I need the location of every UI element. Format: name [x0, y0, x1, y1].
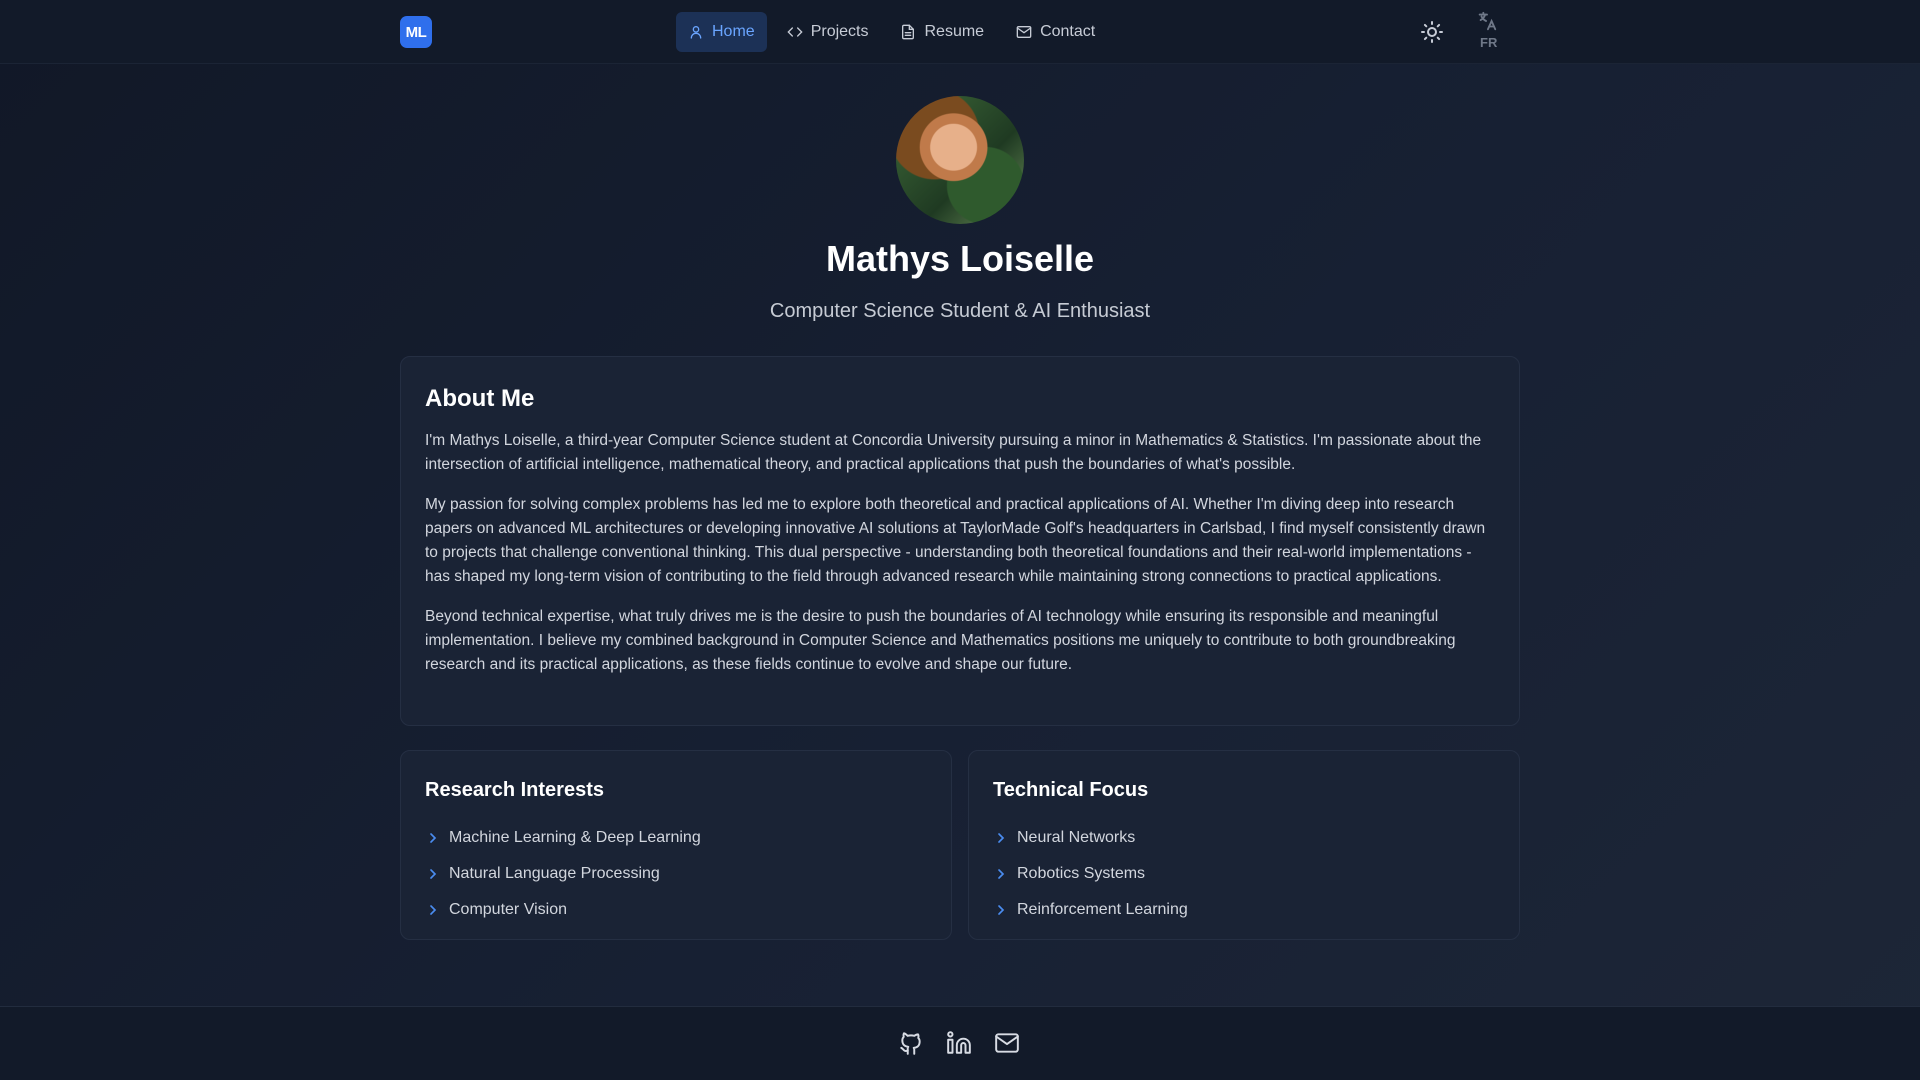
linkedin-link[interactable] — [946, 1030, 972, 1056]
theme-toggle-button[interactable] — [1420, 20, 1444, 44]
profile-avatar — [896, 96, 1024, 224]
nav-contact[interactable]: Contact — [1004, 12, 1107, 52]
research-interests-card: Research Interests Machine Learning & De… — [400, 750, 952, 940]
about-paragraph: My passion for solving complex problems … — [425, 496, 1486, 585]
list-item-label: Neural Networks — [1017, 829, 1136, 846]
language-label: FR — [1480, 35, 1498, 50]
chevron-right-icon — [998, 833, 1005, 843]
list-item: Natural Language Processing — [425, 856, 927, 892]
main-nav: Home Projects Resume Contact — [676, 12, 1107, 52]
mail-icon — [1016, 26, 1032, 38]
chevron-right-icon — [430, 869, 437, 879]
list-item-label: Machine Learning & Deep Learning — [449, 829, 701, 846]
profile-name: Mathys Loiselle — [825, 238, 1095, 279]
nav-home-label: Home — [712, 23, 755, 40]
chevron-right-icon — [998, 869, 1005, 879]
list-item-label: Reinforcement Learning — [1017, 901, 1188, 918]
sun-icon — [1421, 21, 1443, 43]
github-link[interactable] — [898, 1030, 924, 1056]
site-logo[interactable]: ML — [400, 16, 432, 48]
github-icon — [900, 1032, 921, 1055]
file-icon — [902, 24, 915, 40]
nav-resume[interactable]: Resume — [888, 12, 996, 52]
list-item: Computer Vision — [425, 892, 927, 928]
about-paragraph: Beyond technical expertise, what truly d… — [425, 608, 1456, 673]
chevron-right-icon — [430, 905, 437, 915]
email-link[interactable] — [994, 1030, 1020, 1056]
list-item: Machine Learning & Deep Learning — [425, 820, 927, 856]
about-title: About Me — [425, 385, 535, 412]
chevron-right-icon — [998, 905, 1005, 915]
linkedin-icon — [947, 1031, 971, 1054]
technical-focus-title: Technical Focus — [993, 779, 1149, 801]
about-card: About Me I'm Mathys Loiselle, a third-ye… — [400, 356, 1520, 726]
language-toggle-button[interactable]: FR — [1474, 10, 1500, 54]
technical-focus-card: Technical Focus Neural Networks Robotics… — [968, 750, 1520, 940]
nav-resume-label: Resume — [924, 23, 985, 40]
translate-icon — [1478, 11, 1497, 31]
nav-contact-label: Contact — [1040, 23, 1096, 40]
nav-projects[interactable]: Projects — [775, 12, 881, 52]
user-icon — [690, 26, 702, 39]
research-interests-title: Research Interests — [425, 779, 604, 801]
list-item-label: Computer Vision — [449, 901, 567, 918]
profile-tagline: Computer Science Student & AI Enthusiast — [769, 300, 1151, 322]
chevron-right-icon — [430, 833, 437, 843]
mail-icon — [995, 1033, 1019, 1053]
code-icon — [787, 27, 803, 37]
top-navbar: ML Home Projects Resume Contact FR — [0, 0, 1920, 64]
nav-projects-label: Projects — [810, 23, 869, 40]
nav-home[interactable]: Home — [676, 12, 767, 52]
list-item: Neural Networks — [993, 820, 1495, 856]
list-item: Reinforcement Learning — [993, 892, 1495, 928]
list-item-label: Natural Language Processing — [449, 865, 660, 882]
list-item: Robotics Systems — [993, 856, 1495, 892]
about-paragraph: I'm Mathys Loiselle, a third-year Comput… — [425, 432, 1482, 473]
list-item-label: Robotics Systems — [1017, 865, 1146, 882]
